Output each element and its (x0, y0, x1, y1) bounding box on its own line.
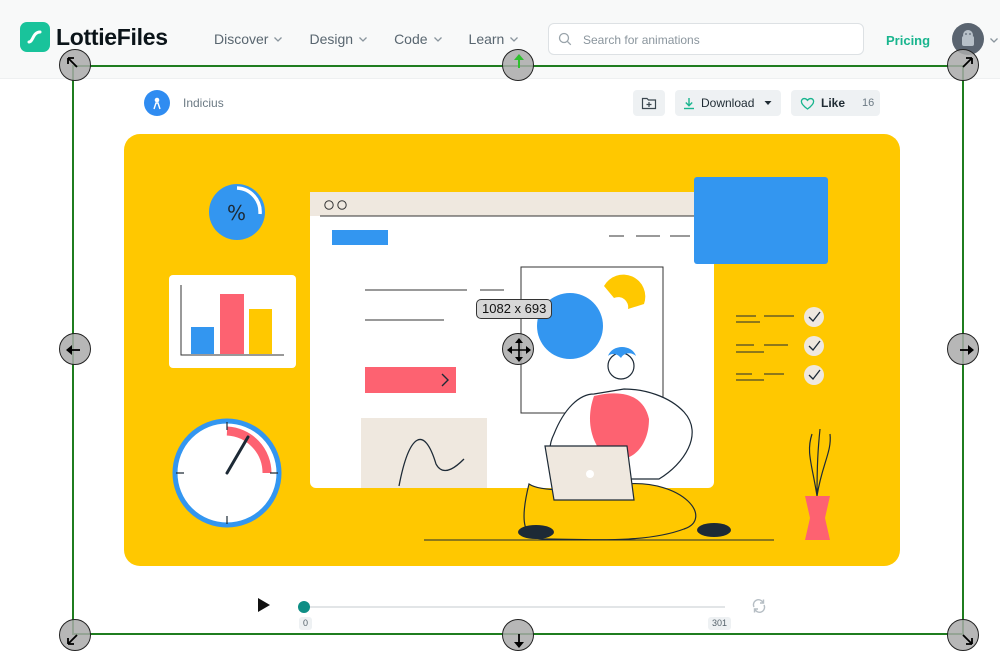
chevron-down-icon (274, 37, 283, 42)
resize-handle-top-right[interactable] (947, 49, 979, 81)
move-handle[interactable] (502, 333, 534, 365)
chevron-down-icon (359, 37, 368, 42)
resize-handle-bottom-left[interactable] (59, 619, 91, 651)
nav-learn[interactable]: Learn (469, 31, 520, 47)
pricing-link[interactable]: Pricing (886, 33, 930, 48)
nav-discover[interactable]: Discover (214, 31, 283, 47)
main-nav: Discover Design Code Learn (214, 31, 545, 47)
arrow-up-icon (514, 54, 524, 68)
nav-code[interactable]: Code (394, 31, 442, 47)
arrow-right-icon (960, 345, 974, 355)
arrow-down-icon (514, 634, 524, 648)
arrow-diagonal-icon (67, 57, 78, 68)
chevron-down-icon[interactable] (989, 35, 999, 45)
search-input[interactable] (581, 24, 855, 56)
arrow-diagonal-icon (962, 634, 973, 645)
logo-text: LottieFiles (56, 23, 168, 50)
nav-design[interactable]: Design (309, 31, 368, 47)
search-icon (558, 32, 572, 46)
resize-handle-left[interactable] (59, 333, 91, 365)
lottiefiles-logo[interactable]: LottieFiles (20, 22, 168, 52)
lottiefiles-logo-icon (20, 22, 50, 52)
nav-code-label: Code (394, 31, 428, 47)
arrow-left-icon (66, 345, 80, 355)
chevron-down-icon (433, 37, 442, 42)
search-box (548, 23, 864, 56)
nav-learn-label: Learn (468, 31, 505, 47)
resize-handle-top[interactable] (502, 49, 534, 81)
resize-handle-right[interactable] (947, 333, 979, 365)
nav-design-label: Design (309, 31, 354, 47)
chevron-down-icon (510, 37, 519, 42)
move-icon (507, 338, 531, 362)
resize-handle-bottom-right[interactable] (947, 619, 979, 651)
resize-handle-bottom[interactable] (502, 619, 534, 651)
nav-discover-label: Discover (214, 31, 269, 47)
resize-handle-top-left[interactable] (59, 49, 91, 81)
android-icon (962, 30, 974, 46)
arrow-diagonal-icon (67, 634, 78, 645)
selection-size-label: 1082 x 693 (476, 299, 553, 319)
arrow-diagonal-icon (962, 57, 973, 68)
